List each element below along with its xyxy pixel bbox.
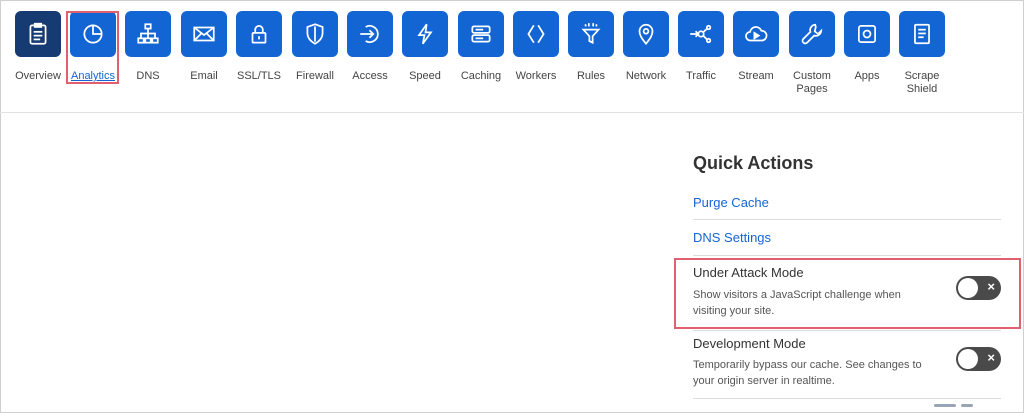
lightning-icon <box>402 11 448 57</box>
purge-cache-link[interactable]: Purge Cache <box>693 195 769 210</box>
partial-element <box>934 404 956 407</box>
analytics-highlight-box <box>66 11 119 84</box>
quick-actions-title: Quick Actions <box>693 153 814 173</box>
traffic-share-icon <box>678 11 724 57</box>
nav-item-stream[interactable]: Stream <box>728 11 784 83</box>
nav-label-apps: Apps <box>854 70 880 82</box>
close-icon: × <box>987 350 995 365</box>
clipboard-icon <box>15 11 61 57</box>
nav-item-dns[interactable]: DNS <box>120 11 176 83</box>
nav-item-access[interactable]: Access <box>342 11 398 83</box>
under-attack-highlight-box <box>674 258 1021 329</box>
nav-item-speed[interactable]: Speed <box>397 11 453 83</box>
development-mode-toggle[interactable]: × <box>956 347 1001 371</box>
development-mode-description: Temporarily bypass our cache. See change… <box>693 359 922 387</box>
wrench-icon <box>789 11 835 57</box>
nav-label-workers: Workers <box>515 70 557 82</box>
divider <box>693 255 1001 256</box>
network-tree-icon <box>125 11 171 57</box>
nav-item-custom-pages[interactable]: Custom Pages <box>784 11 840 96</box>
nav-item-overview[interactable]: Overview <box>10 11 66 83</box>
shield-icon <box>292 11 338 57</box>
envelope-icon <box>181 11 227 57</box>
workers-icon <box>513 11 559 57</box>
access-arrow-icon <box>347 11 393 57</box>
nav-label-traffic: Traffic <box>686 70 716 82</box>
nav-label-caching: Caching <box>460 70 502 82</box>
nav-label-access: Access <box>352 70 388 82</box>
nav-label-rules: Rules <box>576 70 606 82</box>
nav-label-scrape-shield: Scrape Shield <box>904 70 940 95</box>
filter-icon <box>568 11 614 57</box>
location-pin-icon <box>623 11 669 57</box>
divider <box>693 330 1001 331</box>
nav-item-scrape-shield[interactable]: Scrape Shield <box>894 11 950 96</box>
nav-label-network: Network <box>625 70 667 82</box>
nav-item-apps[interactable]: Apps <box>839 11 895 83</box>
nav-label-email: Email <box>190 70 218 82</box>
apps-icon <box>844 11 890 57</box>
divider <box>693 219 1001 220</box>
nav-label-custom-pages: Custom Pages <box>793 70 831 95</box>
nav-label-speed: Speed <box>409 70 441 82</box>
nav-item-ssl-tls[interactable]: SSL/TLS <box>231 11 287 83</box>
lock-icon <box>236 11 282 57</box>
nav-item-rules[interactable]: Rules <box>563 11 619 83</box>
nav-item-traffic[interactable]: Traffic <box>673 11 729 83</box>
dns-settings-link[interactable]: DNS Settings <box>693 230 771 245</box>
nav-label-stream: Stream <box>738 70 774 82</box>
cloud-play-icon <box>733 11 779 57</box>
nav-item-email[interactable]: Email <box>176 11 232 83</box>
nav-item-caching[interactable]: Caching <box>453 11 509 83</box>
nav-label-ssl-tls: SSL/TLS <box>236 70 282 82</box>
document-icon <box>899 11 945 57</box>
divider <box>693 398 1001 399</box>
top-navigation: Overview Analytics DNS Email SSL/TLS Fir… <box>0 0 1024 113</box>
nav-label-overview: Overview <box>15 70 61 82</box>
nav-item-network[interactable]: Network <box>618 11 674 83</box>
toggle-knob <box>958 349 978 369</box>
server-icon <box>458 11 504 57</box>
partial-element <box>961 404 973 407</box>
nav-label-firewall: Firewall <box>296 70 334 82</box>
nav-item-workers[interactable]: Workers <box>508 11 564 83</box>
development-mode-title: Development Mode <box>693 336 806 351</box>
nav-item-firewall[interactable]: Firewall <box>287 11 343 83</box>
nav-label-dns: DNS <box>136 70 160 82</box>
